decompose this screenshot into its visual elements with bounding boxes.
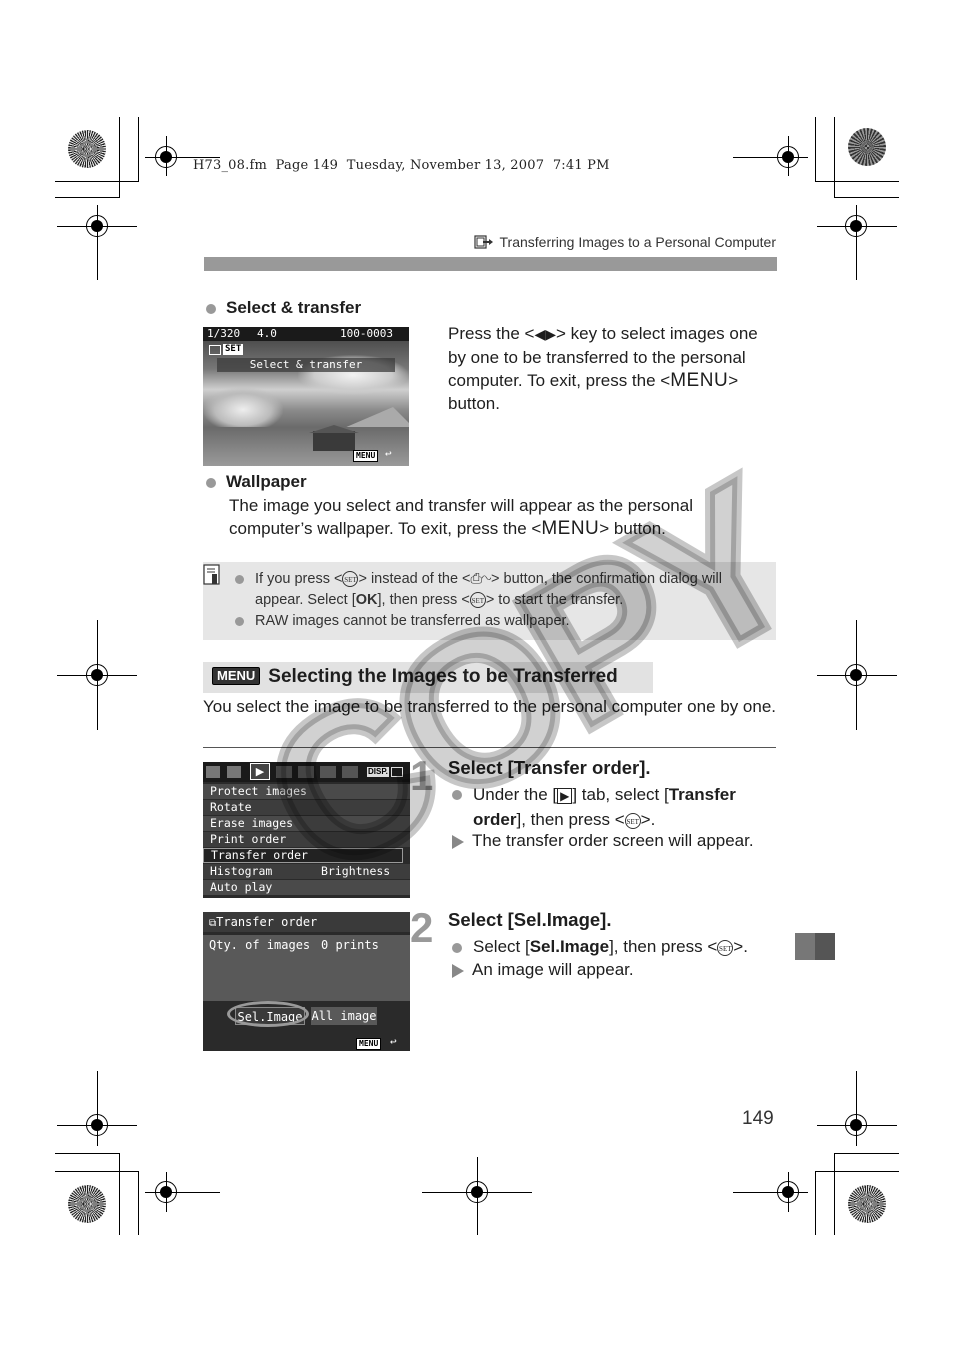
lcd-menu-badge: MENU (353, 450, 379, 462)
page-number: 149 (742, 1108, 774, 1129)
lcd-menu-item[interactable]: Erase images (203, 816, 410, 831)
lcd-menu-item-label: Print order (210, 832, 287, 846)
step2-instruction: Select [Sel.Image], then press < SET >. (452, 935, 792, 958)
color-registration-icon (848, 1185, 886, 1223)
step-number: 2 (410, 904, 434, 951)
playback-tab-icon: ▶ (557, 788, 573, 804)
lcd-menu-list: Protect images Rotate Erase images Print or… (203, 784, 410, 896)
lcd-menu-item[interactable]: Transfer order (203, 848, 403, 863)
left-right-keys-icon: ◀▶ (534, 326, 557, 342)
result-arrow-icon (452, 963, 464, 978)
lcd-title-bar: ⧉Transfer order (203, 912, 410, 932)
lcd-info-bar: 1/320 4.0 100-0003 (203, 327, 409, 341)
set-button-icon: SET (469, 592, 486, 609)
header-bar (204, 257, 777, 271)
lcd-content: Qty. of images 0 prints (203, 935, 410, 1001)
bullet-icon (452, 942, 462, 953)
menu-tabs: ▶ DISP. (203, 762, 410, 782)
lcd-menu-item[interactable]: Histogram Brightness (203, 864, 410, 879)
all-image-option[interactable]: All image (311, 1007, 377, 1025)
lcd-menu-item[interactable]: Rotate (203, 800, 410, 815)
menu-badge-icon: MENU (212, 667, 261, 685)
lcd-menu-item-label: Histogram (210, 864, 273, 878)
print-meta: H73_08.fm Page 149 Tuesday, November 13,… (193, 158, 610, 173)
running-head-title: Transferring Images to a Personal Comput… (499, 234, 777, 250)
transfer-to-pc-icon (473, 235, 493, 249)
bullet-icon (206, 477, 216, 488)
step2-title: Select [Sel.Image]. (448, 909, 612, 930)
color-registration-icon (68, 130, 106, 168)
note-box: If you press < SET > instead of the <⎙∿> b… (203, 562, 776, 640)
return-icon: ↩ (390, 1035, 397, 1048)
menu-button-icon: MENU (670, 370, 729, 391)
set-button-icon: SET (717, 939, 734, 956)
bullet-icon (235, 575, 244, 584)
wallpaper-text: The image you select and transfer will a… (229, 496, 693, 539)
transfer-icon (209, 345, 221, 355)
wallpaper-heading: Wallpaper (206, 472, 307, 492)
note-item: RAW images cannot be transferred as wall… (235, 611, 770, 632)
lcd-menu-item-label: Protect images (210, 784, 307, 798)
playback-tab-icon: ▶ (250, 763, 270, 780)
lcd-shutter: 1/320 (207, 327, 241, 340)
bullet-icon (206, 303, 216, 314)
lcd-menu-item-value: Brightness (321, 864, 391, 878)
step1-instruction: Under the [▶] tab, select [Transfer orde… (452, 783, 772, 831)
lcd-menu-item-label: Erase images (210, 816, 294, 830)
lcd-banner: Select & transfer (217, 358, 395, 372)
menu-button-icon: MENU (541, 518, 600, 539)
lcd-select-transfer-screenshot: 1/320 4.0 100-0003 SET Select & transfer… (203, 327, 409, 466)
step-number: 1 (410, 752, 434, 799)
lcd-menu-item[interactable]: Auto play (203, 880, 410, 895)
lcd-transfer-order-screenshot: ⧉Transfer order Qty. of images 0 prints … (203, 912, 410, 1051)
step1-result: The transfer order screen will appear. (452, 829, 754, 852)
chapter-tab (815, 933, 835, 960)
running-head: Transferring Images to a Personal Comput… (473, 234, 777, 250)
select-transfer-heading: Select & transfer (206, 298, 361, 318)
lcd-menu-item[interactable]: Print order (203, 832, 410, 847)
note-icon (203, 564, 220, 585)
step2-result: An image will appear. (452, 958, 634, 981)
lcd-playback-menu-screenshot: ▶ DISP. Protect images Rotate Erase images… (203, 762, 410, 898)
bullet-icon (235, 617, 244, 626)
set-button-icon: SET (342, 571, 359, 588)
color-registration-icon (848, 128, 886, 166)
lcd-set-badge: SET (223, 344, 244, 355)
lcd-menu-item-label: Transfer order (211, 848, 308, 862)
lcd-menu-item[interactable]: Protect images (203, 784, 410, 799)
qty-value: 0 prints (321, 938, 379, 952)
divider (203, 747, 776, 748)
lcd-file-number: 100-0003 (340, 327, 393, 340)
result-arrow-icon (452, 834, 464, 849)
lcd-aperture: 4.0 (257, 327, 277, 340)
disp-badge: DISP. (367, 767, 389, 777)
section-intro: You select the image to be transferred t… (203, 697, 777, 716)
lcd-menu-item-label: Auto play (210, 880, 273, 894)
lcd-menu-badge: MENU (356, 1038, 382, 1050)
highlight-circle (227, 1001, 309, 1027)
note-item: If you press < SET > instead of the <⎙∿> b… (235, 569, 770, 611)
lcd-menu-item-label: Rotate (210, 800, 252, 814)
chapter-tab (795, 933, 815, 960)
bullet-icon (452, 790, 462, 800)
return-icon: ↩ (385, 447, 392, 460)
qty-label: Qty. of images (209, 938, 311, 952)
section-heading: MENU Selecting the Images to be Transferr… (203, 662, 653, 693)
section-title: Selecting the Images to be Transferred (268, 666, 618, 687)
lcd-title: Transfer order (216, 915, 318, 929)
color-registration-icon (68, 1185, 106, 1223)
select-transfer-description: Press the <◀▶> key to select images one … (448, 324, 758, 413)
step1-title: Select [Transfer order]. (448, 757, 651, 778)
set-button-icon: SET (624, 812, 641, 829)
print-share-button-icon: ⎙∿ (470, 571, 492, 587)
